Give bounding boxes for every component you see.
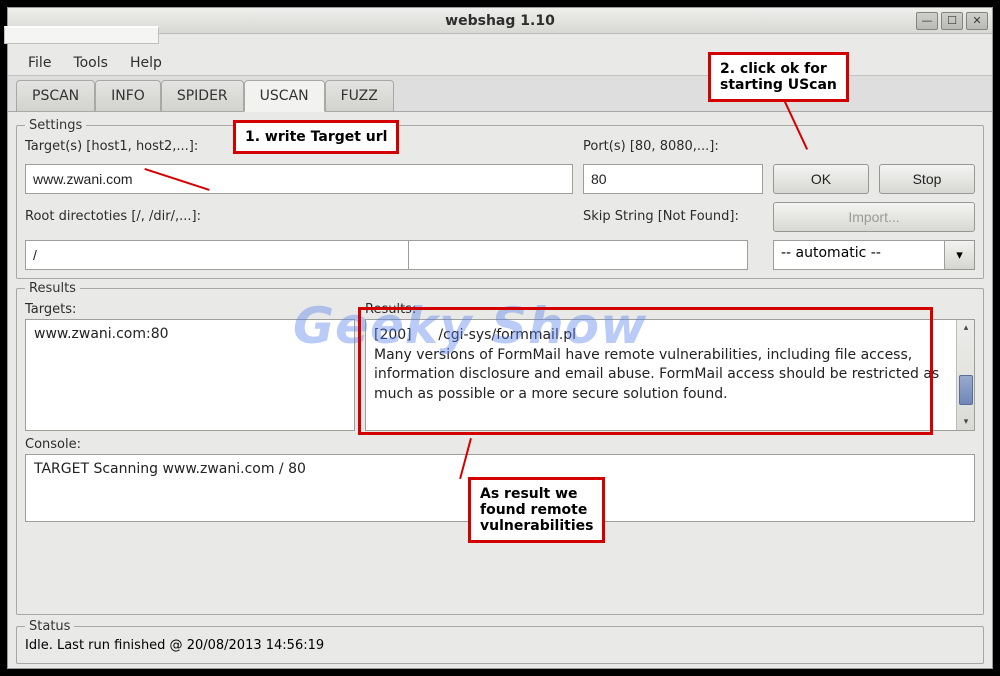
tabstrip: PSCAN INFO SPIDER USCAN FUZZ <box>8 76 992 112</box>
targets-input[interactable] <box>25 164 573 194</box>
results-scrollbar[interactable]: ▴ ▾ <box>956 320 974 430</box>
results-legend: Results <box>25 281 80 296</box>
console-label: Console: <box>25 437 975 452</box>
result-description: Many versions of FormMail have remote vu… <box>374 346 952 405</box>
console-box[interactable]: TARGET Scanning www.zwani.com / 80 <box>25 454 975 522</box>
ports-input[interactable] <box>583 164 763 194</box>
scroll-down-icon[interactable]: ▾ <box>957 414 975 430</box>
console-line: TARGET Scanning www.zwani.com / 80 <box>34 461 966 477</box>
results-list[interactable]: [200] /cgi-sys/formmail.pl Many versions… <box>365 319 975 431</box>
root-input[interactable] <box>25 240 415 270</box>
settings-fieldset: Settings Target(s) [host1, host2,...]: P… <box>16 118 984 279</box>
tab-pscan[interactable]: PSCAN <box>16 80 95 111</box>
scroll-up-icon[interactable]: ▴ <box>957 320 975 336</box>
ok-button[interactable]: OK <box>773 164 869 194</box>
targets-label: Target(s) [host1, host2,...]: <box>25 139 573 154</box>
tab-spider[interactable]: SPIDER <box>161 80 244 111</box>
skip-label: Skip String [Not Found]: <box>583 209 763 224</box>
result-path: /cgi-sys/formmail.pl <box>438 327 576 343</box>
window-title: webshag 1.10 <box>445 13 555 29</box>
root-label: Root directoties [/, /dir/,...]: <box>25 209 573 224</box>
minimize-button[interactable]: — <box>916 12 938 30</box>
results-list-label: Results: <box>365 302 975 317</box>
maximize-button[interactable]: ☐ <box>941 12 963 30</box>
close-button[interactable]: ✕ <box>966 12 988 30</box>
stop-button[interactable]: Stop <box>879 164 975 194</box>
skip-input[interactable] <box>408 240 748 270</box>
mode-dropdown-button[interactable]: ▾ <box>945 240 975 270</box>
menu-file[interactable]: File <box>18 51 61 75</box>
target-item[interactable]: www.zwani.com:80 <box>34 326 346 342</box>
import-button[interactable]: Import... <box>773 202 975 232</box>
chevron-down-icon: ▾ <box>956 248 963 263</box>
menu-tools[interactable]: Tools <box>63 51 118 75</box>
tab-fuzz[interactable]: FUZZ <box>325 80 394 111</box>
status-text: Idle. Last run finished @ 20/08/2013 14:… <box>25 638 975 653</box>
scroll-thumb[interactable] <box>959 375 973 405</box>
status-legend: Status <box>25 619 74 634</box>
targets-list-label: Targets: <box>25 302 355 317</box>
menu-help[interactable]: Help <box>120 51 172 75</box>
tab-uscan[interactable]: USCAN <box>244 80 325 112</box>
menubar: File Tools Help <box>8 48 992 76</box>
mode-select[interactable]: -- automatic -- <box>773 240 945 270</box>
blank-strip <box>4 26 159 44</box>
settings-legend: Settings <box>25 118 86 133</box>
ports-label: Port(s) [80, 8080,...]: <box>583 139 763 154</box>
targets-list[interactable]: www.zwani.com:80 <box>25 319 355 431</box>
tab-info[interactable]: INFO <box>95 80 161 111</box>
results-fieldset: Results Targets: www.zwani.com:80 Result… <box>16 281 984 615</box>
status-fieldset: Status Idle. Last run finished @ 20/08/2… <box>16 619 984 664</box>
result-code: [200] <box>374 327 412 343</box>
